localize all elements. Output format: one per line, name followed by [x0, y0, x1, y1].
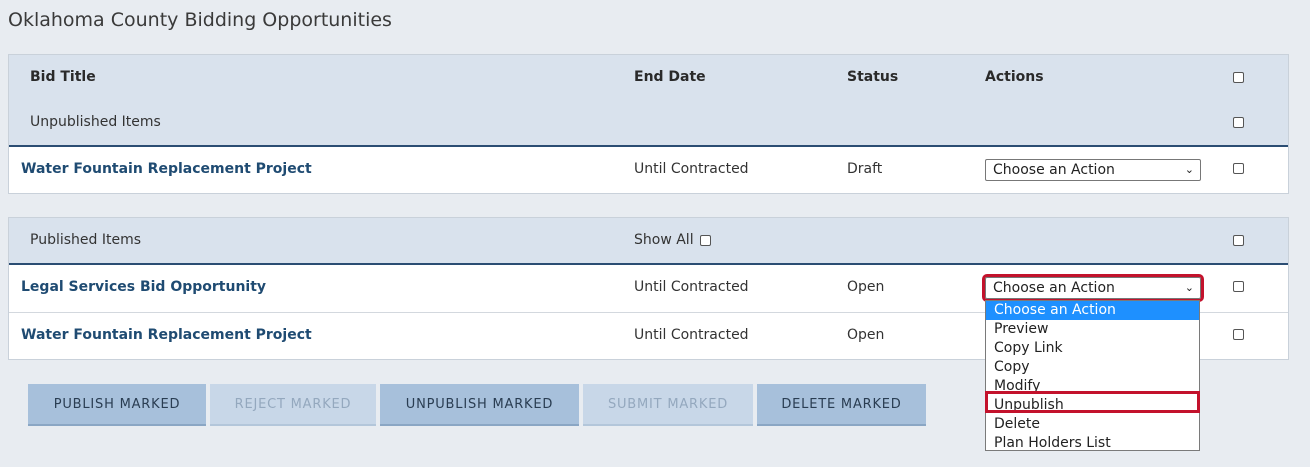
action-select-value: Choose an Action	[993, 162, 1115, 178]
option-plan-holders-list[interactable]: Plan Holders List	[986, 434, 1199, 453]
published-section-header: Published Items Show All	[9, 218, 1288, 265]
show-all-checkbox[interactable]	[700, 235, 711, 246]
option-delete[interactable]: Delete	[986, 415, 1199, 434]
table-header-row: Bid Title End Date Status Actions	[9, 55, 1288, 100]
select-all-unpublished-checkbox[interactable]	[1233, 117, 1244, 128]
status-cell: Draft	[847, 161, 883, 177]
column-header-end-date: End Date	[634, 69, 706, 85]
table-row: Water Fountain Replacement Project Until…	[9, 147, 1288, 193]
page-title: Oklahoma County Bidding Opportunities	[8, 9, 392, 31]
action-dropdown-list: Choose an Action Preview Copy Link Copy …	[985, 300, 1200, 451]
publish-marked-button[interactable]: PUBLISH MARKED	[28, 384, 206, 426]
end-date-cell: Until Contracted	[634, 279, 749, 295]
option-choose-an-action[interactable]: Choose an Action	[986, 301, 1199, 320]
end-date-cell: Until Contracted	[634, 161, 749, 177]
bid-title-link[interactable]: Water Fountain Replacement Project	[21, 327, 312, 343]
bid-title-link[interactable]: Legal Services Bid Opportunity	[21, 279, 266, 295]
select-all-published-checkbox[interactable]	[1233, 235, 1244, 246]
action-select[interactable]: Choose an Action ⌄	[982, 274, 1204, 302]
column-header-bid-title: Bid Title	[30, 69, 96, 85]
chevron-down-icon: ⌄	[1184, 281, 1194, 294]
unpublished-section-header: Unpublished Items	[9, 100, 1288, 147]
unpublished-items-label: Unpublished Items	[30, 114, 161, 130]
reject-marked-button[interactable]: REJECT MARKED	[210, 384, 376, 426]
row-checkbox[interactable]	[1233, 163, 1244, 174]
end-date-cell: Until Contracted	[634, 327, 749, 343]
row-checkbox[interactable]	[1233, 329, 1244, 340]
bid-title-link[interactable]: Water Fountain Replacement Project	[21, 161, 312, 177]
select-all-checkbox[interactable]	[1233, 72, 1244, 83]
action-select[interactable]: Choose an Action ⌄	[985, 159, 1201, 181]
show-all-label: Show All	[634, 232, 694, 248]
unpublish-marked-button[interactable]: UNPUBLISH MARKED	[380, 384, 579, 426]
unpublished-items-panel: Bid Title End Date Status Actions Unpubl…	[8, 54, 1289, 194]
option-unpublish[interactable]: Unpublish	[986, 396, 1199, 415]
status-cell: Open	[847, 279, 885, 295]
row-checkbox[interactable]	[1233, 281, 1244, 292]
published-items-label: Published Items	[30, 232, 142, 248]
option-copy[interactable]: Copy	[986, 358, 1199, 377]
submit-marked-button[interactable]: SUBMIT MARKED	[583, 384, 753, 426]
option-modify[interactable]: Modify	[986, 377, 1199, 396]
status-cell: Open	[847, 327, 885, 343]
action-select-value: Choose an Action	[993, 280, 1115, 296]
option-copy-link[interactable]: Copy Link	[986, 339, 1199, 358]
chevron-down-icon: ⌄	[1184, 163, 1194, 176]
column-header-status: Status	[847, 69, 899, 85]
delete-marked-button[interactable]: DELETE MARKED	[757, 384, 926, 426]
column-header-actions: Actions	[985, 69, 1044, 85]
option-preview[interactable]: Preview	[986, 320, 1199, 339]
